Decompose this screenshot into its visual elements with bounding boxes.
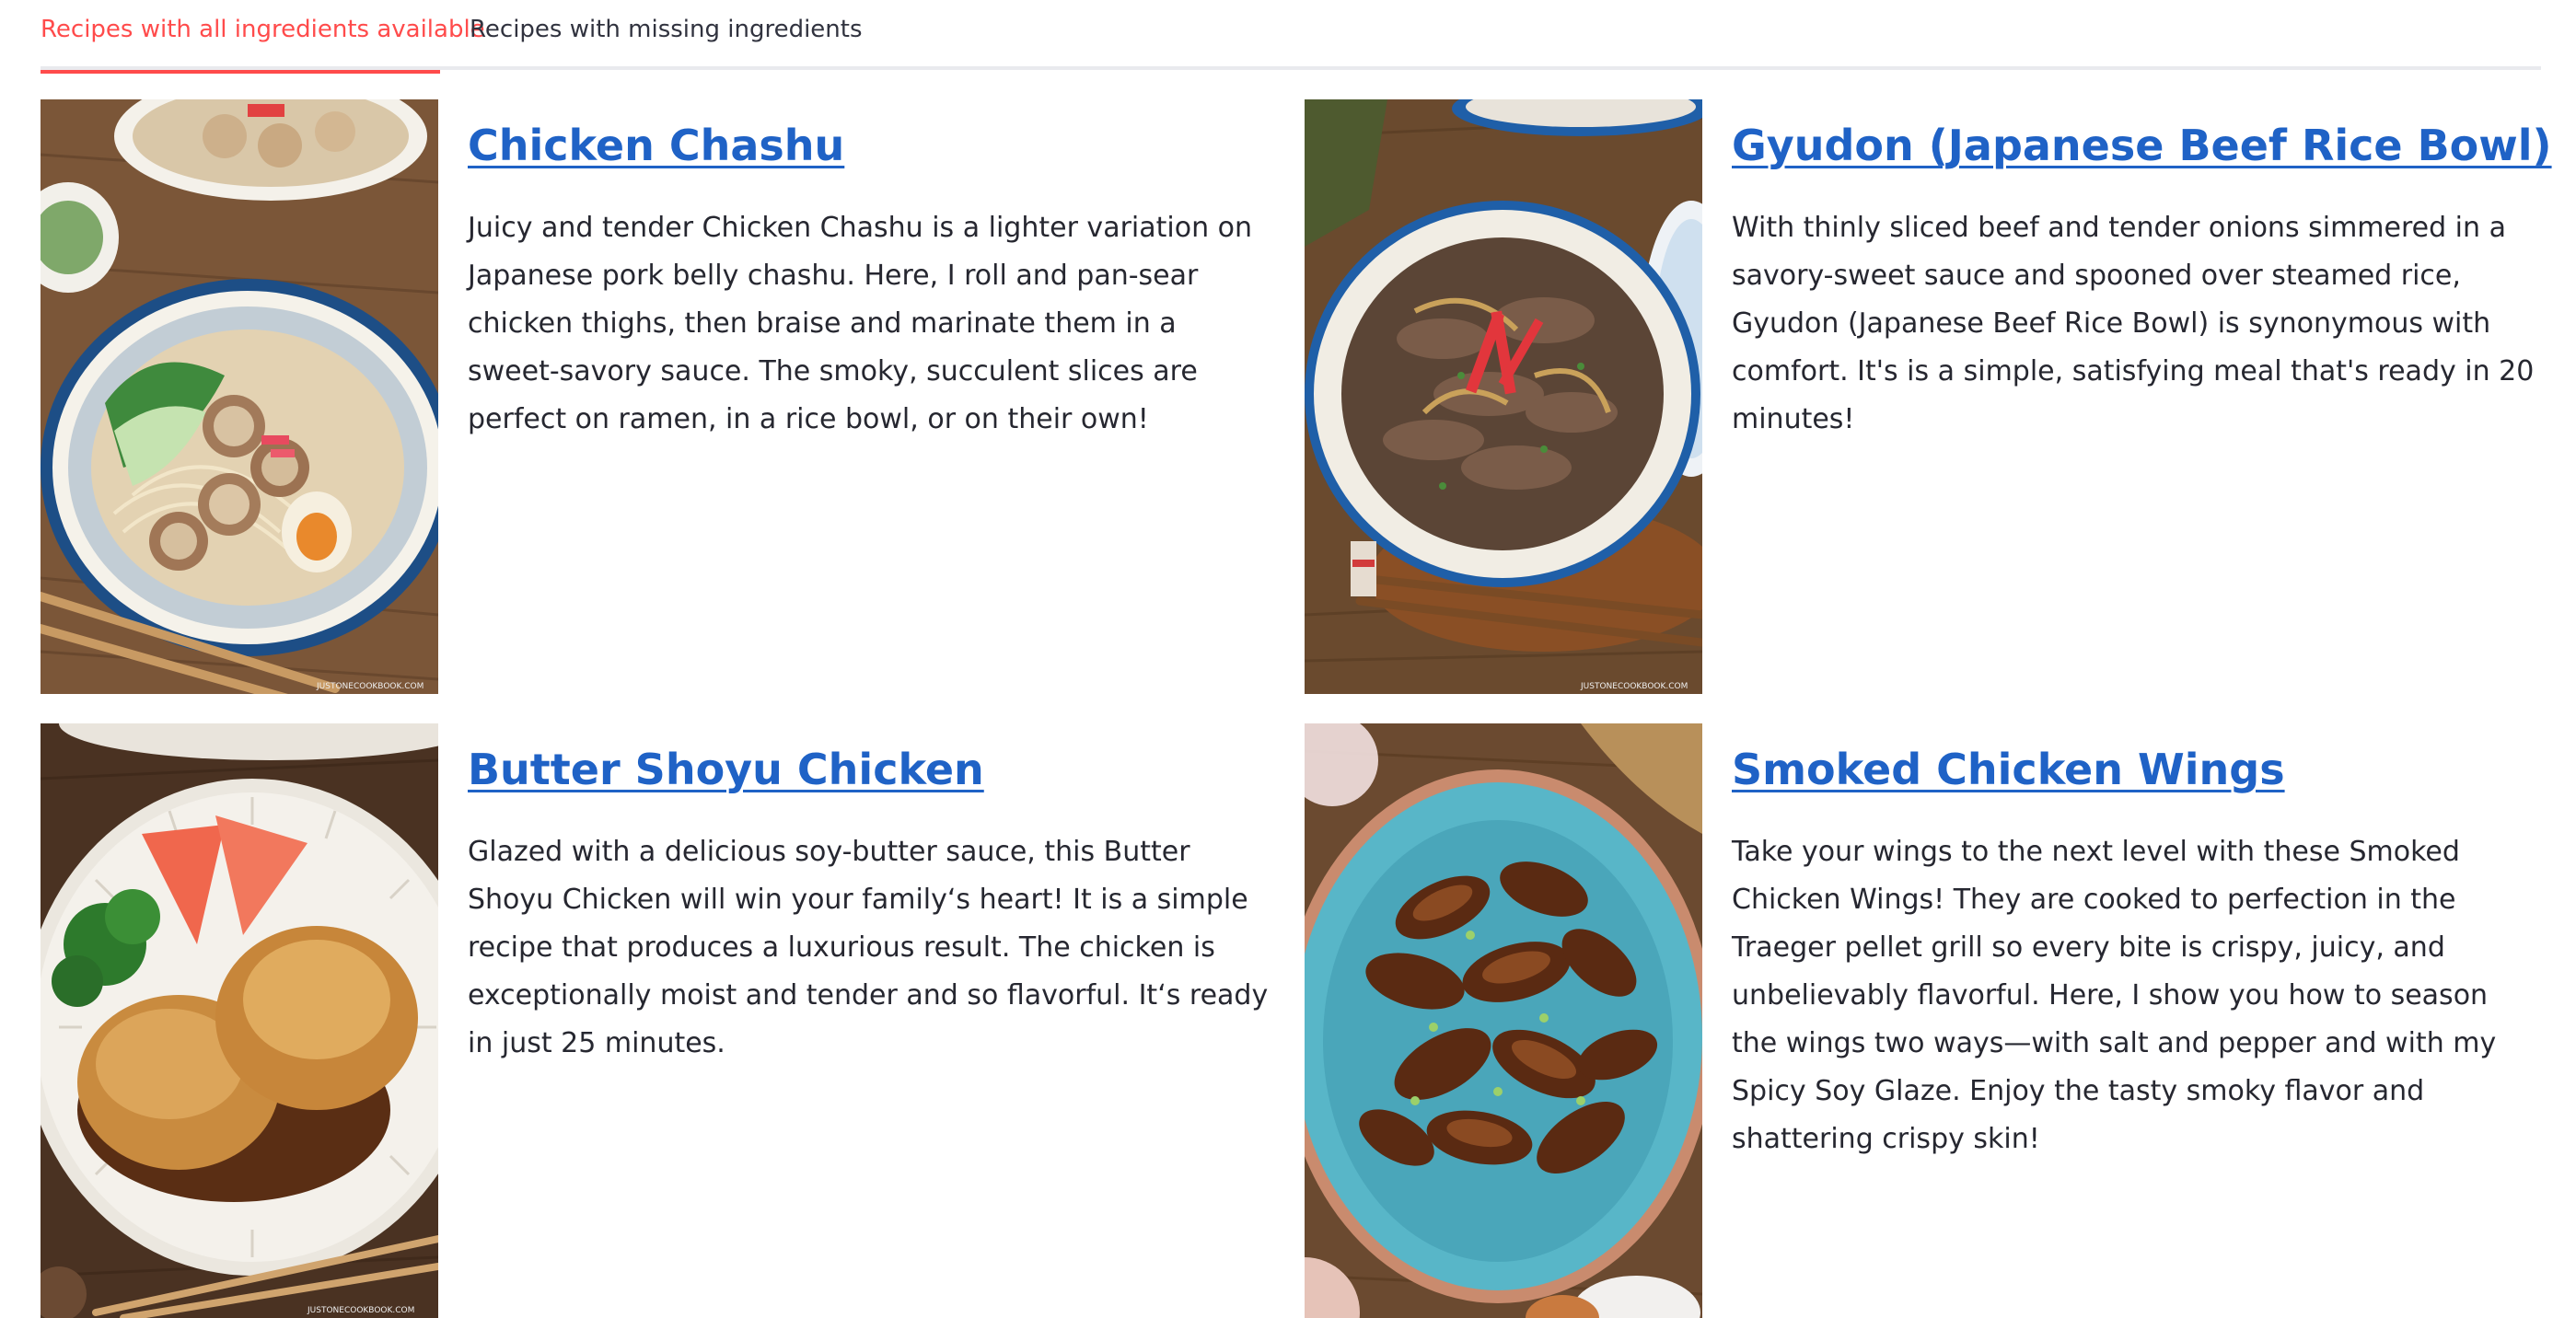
tab-missing-ingredients[interactable]: Recipes with missing ingredients (470, 13, 863, 70)
recipe-description: Glazed with a delicious soy-butter sauce… (468, 836, 1269, 1059)
recipe-description: Juicy and tender Chicken Chashu is a lig… (468, 212, 1252, 435)
recipe-description: Take your wings to the next level with t… (1732, 836, 2497, 1155)
recipe-title-link[interactable]: Chicken Chashu (468, 118, 1278, 173)
recipe-card: Smoked Chicken Wings Take your wings to … (1305, 723, 2557, 1318)
chicken-plate-photo[interactable]: JUSTONECOOKBOOK.COM (41, 723, 438, 1318)
ramen-bowl-image: JUSTONECOOKBOOK.COM (41, 99, 438, 694)
beef-bowl-image: JUSTONECOOKBOOK.COM (1305, 99, 1702, 694)
chicken-wings-photo[interactable] (1305, 723, 1702, 1318)
recipe-title-link[interactable]: Gyudon (Japanese Beef Rice Bowl) (1732, 118, 2552, 173)
recipe-card: JUSTONECOOKBOOK.COM Gyudon (Japanese Bee… (1305, 99, 2557, 698)
beef-bowl-photo[interactable]: JUSTONECOOKBOOK.COM (1305, 99, 1702, 694)
recipe-description: With thinly sliced beef and tender onion… (1732, 212, 2535, 435)
watermark-text: JUSTONECOOKBOOK.COM (307, 1306, 414, 1315)
watermark-text: JUSTONECOOKBOOK.COM (1580, 682, 1688, 691)
tab-all-ingredients-available[interactable]: Recipes with all ingredients available (41, 13, 485, 74)
recipe-tabs: Recipes with all ingredients available R… (41, 0, 2541, 74)
recipe-title-link[interactable]: Smoked Chicken Wings (1732, 742, 2542, 797)
chicken-plate-image: JUSTONECOOKBOOK.COM (41, 723, 438, 1318)
chicken-wings-image (1305, 723, 1702, 1318)
recipe-title-link[interactable]: Butter Shoyu Chicken (468, 742, 1278, 797)
ramen-bowl-photo[interactable]: JUSTONECOOKBOOK.COM (41, 99, 438, 694)
watermark-text: JUSTONECOOKBOOK.COM (316, 682, 424, 691)
recipe-page: Recipes with all ingredients available R… (0, 0, 2576, 1318)
recipe-card: JUSTONECOOKBOOK.COM Chicken Chashu Juicy… (41, 99, 1293, 698)
recipe-card: JUSTONECOOKBOOK.COM Butter Shoyu Chicken… (41, 723, 1293, 1318)
